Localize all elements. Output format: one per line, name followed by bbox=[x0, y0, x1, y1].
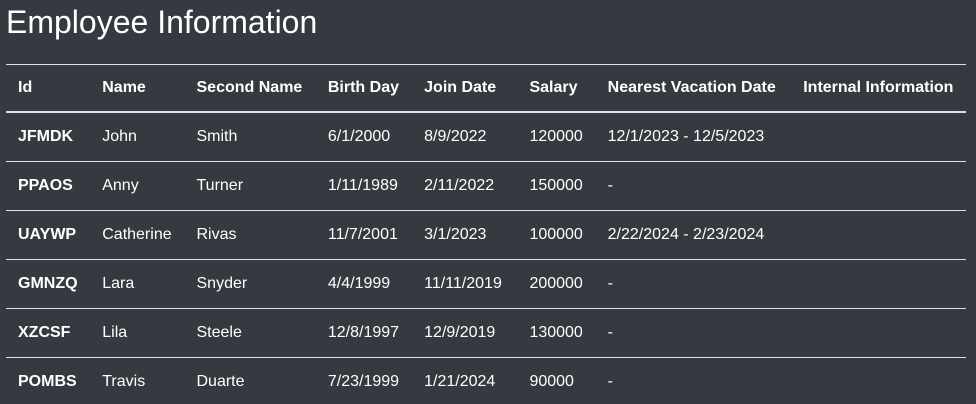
cell-second-name: Snyder bbox=[184, 259, 316, 309]
column-header-id: Id bbox=[6, 64, 91, 113]
cell-id: POMBS bbox=[6, 357, 91, 404]
employee-table: Id Name Second Name Birth Day Join Date … bbox=[6, 64, 966, 404]
cell-nearest-vacation-date: - bbox=[595, 308, 792, 358]
cell-id: PPAOS bbox=[6, 161, 91, 211]
cell-nearest-vacation-date: - bbox=[595, 259, 792, 309]
cell-birth-day: 1/11/1989 bbox=[315, 161, 413, 211]
cell-id: UAYWP bbox=[6, 210, 91, 260]
cell-birth-day: 4/4/1999 bbox=[315, 259, 413, 309]
column-header-salary: Salary bbox=[517, 64, 596, 113]
cell-id: XZCSF bbox=[6, 308, 91, 358]
cell-internal-information bbox=[791, 259, 966, 309]
table-row: GMNZQ Lara Snyder 4/4/1999 11/11/2019 20… bbox=[6, 259, 966, 309]
table-row: POMBS Travis Duarte 7/23/1999 1/21/2024 … bbox=[6, 357, 966, 404]
cell-join-date: 8/9/2022 bbox=[412, 112, 518, 162]
cell-name: Catherine bbox=[90, 210, 185, 260]
cell-birth-day: 7/23/1999 bbox=[315, 357, 413, 404]
cell-join-date: 12/9/2019 bbox=[412, 308, 518, 358]
column-header-join-date: Join Date bbox=[412, 64, 518, 113]
cell-join-date: 3/1/2023 bbox=[412, 210, 518, 260]
cell-id: GMNZQ bbox=[6, 259, 91, 309]
column-header-internal-information: Internal Information bbox=[791, 64, 966, 113]
column-header-nearest-vacation-date: Nearest Vacation Date bbox=[595, 64, 792, 113]
page-title: Employee Information bbox=[6, 4, 318, 40]
table-row: XZCSF Lila Steele 12/8/1997 12/9/2019 13… bbox=[6, 308, 966, 358]
cell-internal-information bbox=[791, 308, 966, 358]
cell-internal-information bbox=[791, 161, 966, 211]
cell-nearest-vacation-date: 12/1/2023 - 12/5/2023 bbox=[595, 112, 792, 162]
cell-name: John bbox=[90, 112, 185, 162]
cell-nearest-vacation-date: - bbox=[595, 161, 792, 211]
table-row: JFMDK John Smith 6/1/2000 8/9/2022 12000… bbox=[6, 112, 966, 162]
cell-second-name: Turner bbox=[184, 161, 316, 211]
page: Employee Information Id Name Second Name… bbox=[0, 0, 976, 404]
cell-birth-day: 11/7/2001 bbox=[315, 210, 413, 260]
cell-join-date: 2/11/2022 bbox=[412, 161, 518, 211]
cell-second-name: Smith bbox=[184, 112, 316, 162]
cell-birth-day: 6/1/2000 bbox=[315, 112, 413, 162]
cell-nearest-vacation-date: - bbox=[595, 357, 792, 404]
cell-internal-information bbox=[791, 112, 966, 162]
cell-internal-information bbox=[791, 210, 966, 260]
cell-join-date: 11/11/2019 bbox=[412, 259, 518, 309]
cell-join-date: 1/21/2024 bbox=[412, 357, 518, 404]
cell-salary: 100000 bbox=[517, 210, 596, 260]
cell-salary: 130000 bbox=[517, 308, 596, 358]
cell-name: Lara bbox=[90, 259, 185, 309]
cell-salary: 150000 bbox=[517, 161, 596, 211]
column-header-second-name: Second Name bbox=[184, 64, 316, 113]
cell-salary: 120000 bbox=[517, 112, 596, 162]
cell-second-name: Duarte bbox=[184, 357, 316, 404]
header-row: Id Name Second Name Birth Day Join Date … bbox=[6, 64, 966, 113]
cell-id: JFMDK bbox=[6, 112, 91, 162]
table-row: PPAOS Anny Turner 1/11/1989 2/11/2022 15… bbox=[6, 161, 966, 211]
cell-salary: 200000 bbox=[517, 259, 596, 309]
cell-name: Travis bbox=[90, 357, 185, 404]
cell-salary: 90000 bbox=[517, 357, 596, 404]
cell-internal-information bbox=[791, 357, 966, 404]
table-header: Id Name Second Name Birth Day Join Date … bbox=[6, 64, 966, 113]
table-body: JFMDK John Smith 6/1/2000 8/9/2022 12000… bbox=[6, 112, 966, 404]
cell-name: Anny bbox=[90, 161, 185, 211]
cell-birth-day: 12/8/1997 bbox=[315, 308, 413, 358]
cell-name: Lila bbox=[90, 308, 185, 358]
cell-second-name: Rivas bbox=[184, 210, 316, 260]
cell-second-name: Steele bbox=[184, 308, 316, 358]
table-row: UAYWP Catherine Rivas 11/7/2001 3/1/2023… bbox=[6, 210, 966, 260]
column-header-name: Name bbox=[90, 64, 185, 113]
column-header-birth-day: Birth Day bbox=[315, 64, 413, 113]
cell-nearest-vacation-date: 2/22/2024 - 2/23/2024 bbox=[595, 210, 792, 260]
